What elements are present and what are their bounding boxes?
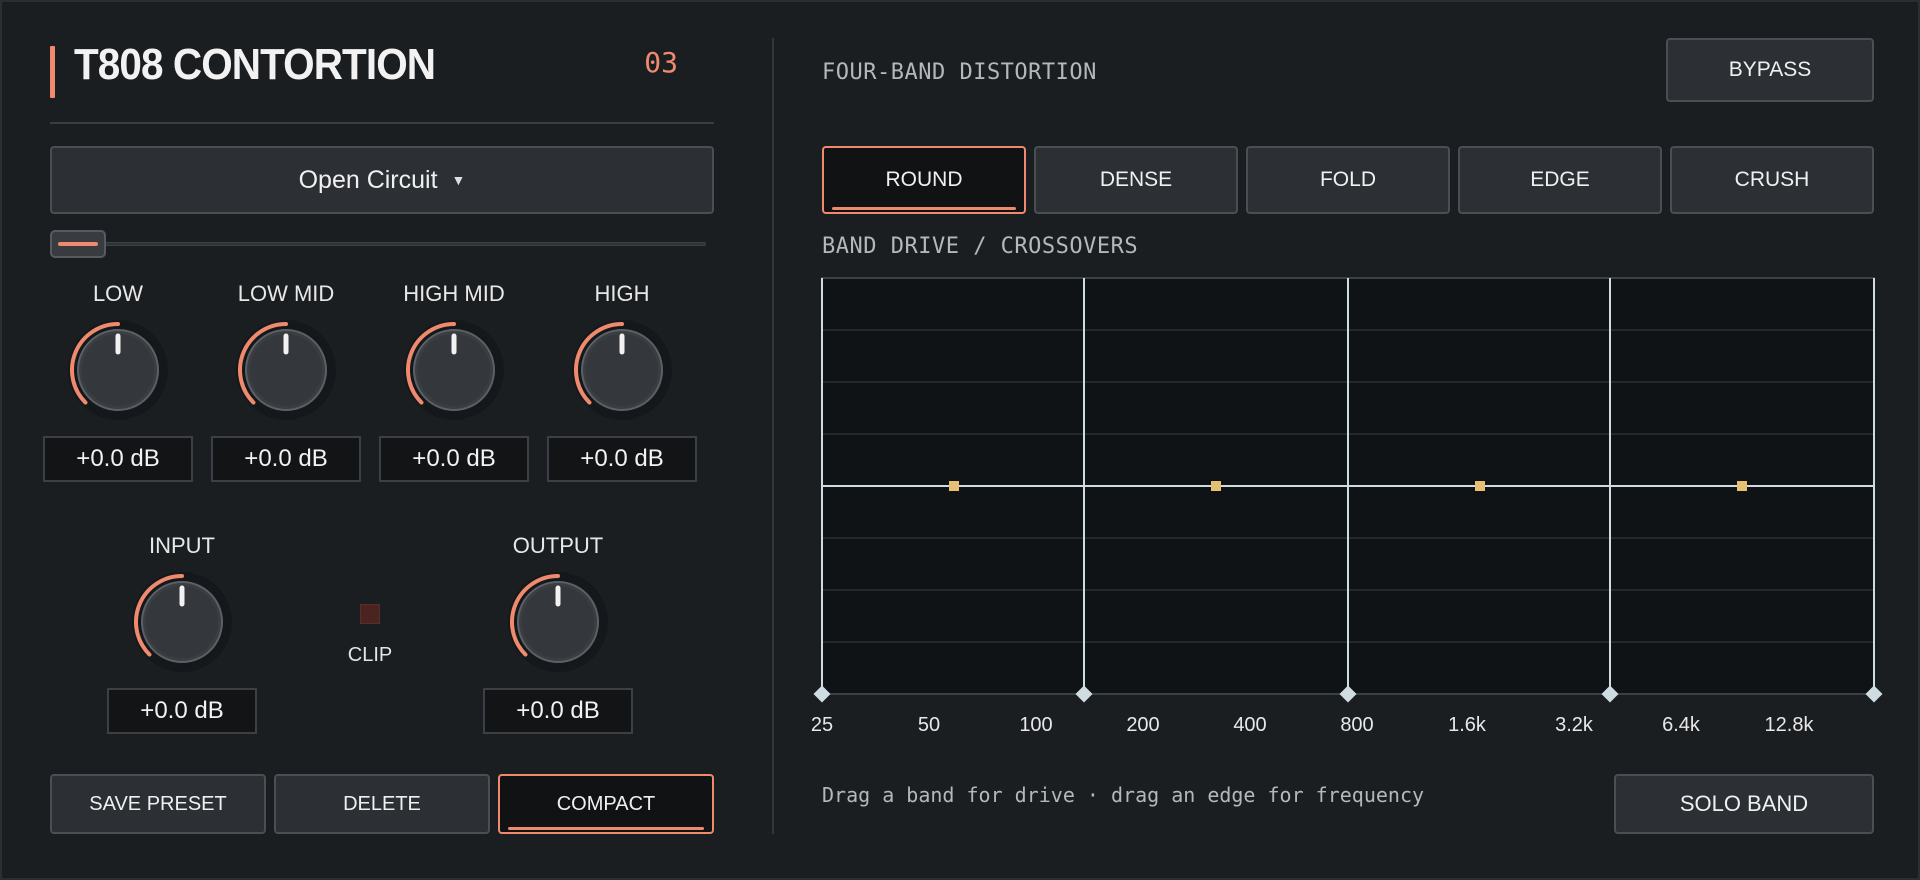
output-value[interactable]: +0.0 dB (483, 688, 633, 734)
preset-scroll-track[interactable] (50, 242, 706, 246)
freq-label-6-4k: 6.4k (1662, 714, 1700, 736)
title-accent-bar (50, 46, 55, 98)
freq-label-12-8k: 12.8k (1764, 714, 1814, 736)
clip-label: CLIP (347, 644, 393, 666)
freq-label-50: 50 (917, 714, 941, 736)
freq-label-200: 200 (1126, 714, 1160, 736)
band-marker-high[interactable] (1737, 481, 1747, 491)
plugin-title: T808 CONTORTION (74, 40, 436, 89)
mode-fold-button[interactable]: FOLD (1246, 146, 1450, 214)
band-high-value[interactable]: +0.0 dB (547, 436, 697, 482)
band-graph-svg[interactable] (813, 277, 1883, 703)
output-label: OUTPUT (512, 533, 604, 558)
band-high-mid: HIGH MID +0.0 dB (379, 280, 529, 482)
mode-round-button[interactable]: ROUND (822, 146, 1026, 214)
panel-divider (772, 38, 774, 834)
freq-label-25: 25 (810, 714, 834, 736)
freq-label-800: 800 (1340, 714, 1374, 736)
band-high-mid-value[interactable]: +0.0 dB (379, 436, 529, 482)
band-low-mid-knob[interactable] (234, 318, 338, 422)
output-knob[interactable] (506, 570, 610, 674)
bypass-button[interactable]: BYPASS (1666, 38, 1874, 102)
band-high-mid-label: HIGH MID (403, 281, 505, 306)
clip-indicator (360, 604, 380, 624)
band-low-knob[interactable] (66, 318, 170, 422)
band-low-label: LOW (92, 281, 144, 306)
band-low-mid: LOW MID +0.0 dB (211, 280, 361, 482)
solo-band-button[interactable]: SOLO BAND (1614, 774, 1874, 834)
band-high-knob[interactable] (570, 318, 674, 422)
mode-dense-button[interactable]: DENSE (1034, 146, 1238, 214)
graph-hint: Drag a band for drive · drag an edge for… (822, 783, 1425, 807)
preset-number: 03 (644, 46, 678, 79)
delete-button[interactable]: DELETE (274, 774, 490, 834)
mode-crush-button[interactable]: CRUSH (1670, 146, 1874, 214)
freq-label-1-6k: 1.6k (1448, 714, 1486, 736)
input-knob[interactable] (130, 570, 234, 674)
section-title: FOUR-BAND DISTORTION (822, 60, 1097, 85)
band-high-mid-knob[interactable] (402, 318, 506, 422)
band-low: LOW +0.0 dB (43, 280, 193, 482)
caret-down-icon: ▼ (451, 172, 466, 188)
output-gain: OUTPUT +0.0 dB (483, 532, 633, 734)
band-graph[interactable] (813, 277, 1883, 703)
band-marker-low[interactable] (949, 481, 959, 491)
preset-scroll-thumb[interactable] (50, 230, 106, 258)
band-marker-high-mid[interactable] (1475, 481, 1485, 491)
header-divider (50, 122, 714, 124)
input-gain: INPUT +0.0 dB (107, 532, 257, 734)
band-high: HIGH +0.0 dB (547, 280, 697, 482)
band-marker-low-mid[interactable] (1211, 481, 1221, 491)
band-low-mid-value[interactable]: +0.0 dB (211, 436, 361, 482)
input-label: INPUT (149, 533, 215, 558)
graph-title: BAND DRIVE / CROSSOVERS (822, 234, 1139, 259)
band-low-value[interactable]: +0.0 dB (43, 436, 193, 482)
band-high-label: HIGH (594, 281, 650, 306)
save-preset-button[interactable]: SAVE PRESET (50, 774, 266, 834)
compact-button[interactable]: COMPACT (498, 774, 714, 834)
mode-edge-button[interactable]: EDGE (1458, 146, 1662, 214)
freq-label-3-2k: 3.2k (1555, 714, 1593, 736)
band-low-mid-label: LOW MID (237, 281, 335, 306)
left-panel: T808 CONTORTION 03 Open Circuit ▼ LOW +0… (43, 38, 714, 834)
plugin-window: T808 CONTORTION 03 Open Circuit ▼ LOW +0… (0, 0, 1920, 880)
preset-name: Open Circuit (298, 165, 438, 194)
input-value[interactable]: +0.0 dB (107, 688, 257, 734)
header: T808 CONTORTION 03 (50, 38, 714, 102)
freq-label-100: 100 (1019, 714, 1053, 736)
freq-label-400: 400 (1233, 714, 1267, 736)
preset-dropdown[interactable]: Open Circuit ▼ (50, 146, 714, 214)
